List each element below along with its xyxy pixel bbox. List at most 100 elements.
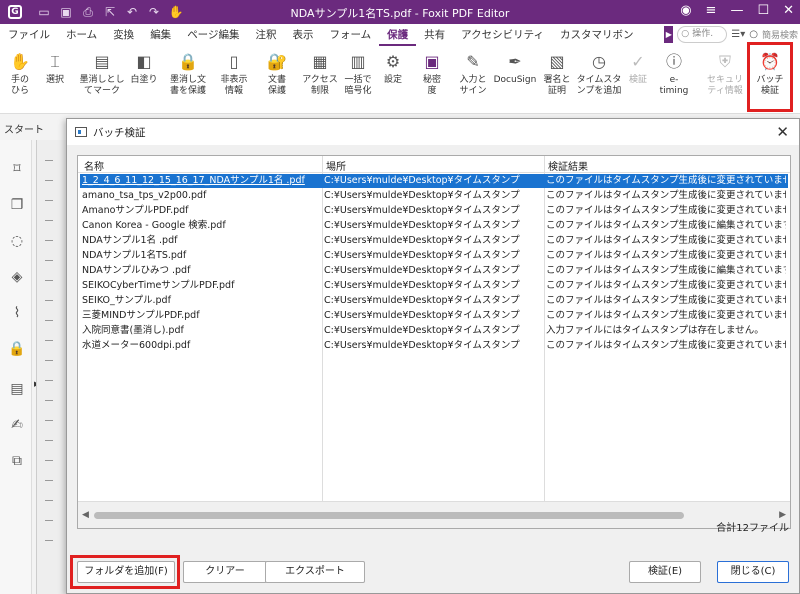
menu-icon[interactable]: ≡ xyxy=(706,3,717,18)
bookmark-icon[interactable]: ⌑ xyxy=(8,160,26,178)
table-row[interactable]: amano_tsa_tps_v2p00.pdf C:¥Users¥mulde¥D… xyxy=(80,189,788,203)
verify-result-cell: このファイルはタイムスタンプ生成後に変更されていません。 xyxy=(546,235,786,246)
fill-sign-button[interactable]: ✎ 入力と サイン xyxy=(456,48,490,112)
table-row[interactable]: 水道メーター600dpi.pdf C:¥Users¥mulde¥Desktop¥… xyxy=(80,339,788,353)
scrollbar-thumb[interactable] xyxy=(94,512,684,519)
ribbon-scroll-right-icon[interactable]: ▶ xyxy=(664,26,674,43)
table-row[interactable]: 三菱MINDサンプルPDF.pdf C:¥Users¥mulde¥Desktop… xyxy=(80,309,788,323)
maximize-icon[interactable]: ☐ xyxy=(757,3,769,18)
compare-icon[interactable]: ⧉ xyxy=(8,452,26,470)
menu-edit[interactable]: 編集 xyxy=(142,24,179,46)
close-icon[interactable]: ✕ xyxy=(776,123,789,141)
whiteout-button[interactable]: ◧ 白塗り xyxy=(128,48,160,112)
column-header-result[interactable]: 検証結果 xyxy=(548,158,588,173)
batch-verify-dialog: バッチ検証 ✕ 名称 場所 検証結果 1_2_4_6_11_12_15_16_1… xyxy=(66,118,800,594)
save-icon[interactable]: ▣ xyxy=(58,4,74,20)
export-icon[interactable]: ⇱ xyxy=(102,4,118,20)
hand-icon[interactable]: ✋ xyxy=(168,4,184,20)
table-row[interactable]: SEIKO_サンプル.pdf C:¥Users¥mulde¥Desktop¥タイ… xyxy=(80,294,788,308)
docusign-button[interactable]: ✒ DocuSign xyxy=(492,48,538,112)
layers-icon[interactable]: ◈ xyxy=(8,268,26,286)
verify-signature-button[interactable]: ✓ 検証 xyxy=(624,48,652,112)
menu-view[interactable]: 表示 xyxy=(284,24,321,46)
table-row[interactable]: SEIKOCyberTimeサンプルPDF.pdf C:¥Users¥mulde… xyxy=(80,279,788,293)
tab-start[interactable]: スタート xyxy=(4,121,44,136)
menu-file[interactable]: ファイル xyxy=(0,24,58,46)
file-location-cell: C:¥Users¥mulde¥Desktop¥タイムスタンプ xyxy=(324,265,520,276)
confidential-button[interactable]: ▣ 秘密 度 xyxy=(418,48,446,112)
export-button[interactable]: エクスポート xyxy=(265,561,365,583)
account-icon[interactable]: ◉ xyxy=(680,3,691,18)
redact-mark-button[interactable]: ▤ 墨消しとし てマーク xyxy=(78,48,126,112)
column-header-location[interactable]: 場所 xyxy=(326,158,346,173)
redo-icon[interactable]: ↷ xyxy=(146,4,162,20)
table-row[interactable]: 1_2_4_6_11_12_15_16_17_NDAサンプル1名 .pdf C:… xyxy=(80,174,788,188)
undo-icon[interactable]: ↶ xyxy=(124,4,140,20)
file-name-cell: SEIKO_サンプル.pdf xyxy=(82,295,171,306)
operation-search-input[interactable]: 操作. xyxy=(677,26,728,43)
timestamp-add-button[interactable]: ◷ タイムスタ ンプを追加 xyxy=(576,48,622,112)
table-row[interactable]: Canon Korea - Google 検索.pdf C:¥Users¥mul… xyxy=(80,219,788,233)
menu-protect[interactable]: 保護 xyxy=(379,24,417,46)
etiming-button[interactable]: ⓘ e- timing xyxy=(656,48,692,112)
file-name-cell: NDAサンプル1名 .pdf xyxy=(82,235,178,246)
column-header-name[interactable]: 名称 xyxy=(84,158,104,173)
table-row[interactable]: NDAサンプル1名TS.pdf C:¥Users¥mulde¥Desktop¥タ… xyxy=(80,249,788,263)
verify-button[interactable]: 検証(E) xyxy=(629,561,701,583)
folder-icon[interactable]: ▭ xyxy=(36,4,52,20)
menu-page-edit[interactable]: ページ編集 xyxy=(179,24,247,46)
file-name-cell: 1_2_4_6_11_12_15_16_17_NDAサンプル1名 .pdf xyxy=(82,175,305,186)
close-window-icon[interactable]: ✕ xyxy=(783,3,794,18)
search-icon[interactable]: ○ xyxy=(749,29,758,40)
file-count-label: 合計12ファイル xyxy=(716,523,789,534)
settings-button[interactable]: ⚙ 設定 xyxy=(378,48,408,112)
verify-result-cell: 入力ファイルにはタイムスタンプは存在しません。 xyxy=(546,325,764,336)
scroll-left-icon[interactable]: ◀ xyxy=(82,510,89,520)
horizontal-scrollbar[interactable]: ◀ ▶ xyxy=(78,501,790,528)
close-button[interactable]: 閉じる(C) xyxy=(717,561,789,583)
access-restrict-button[interactable]: ▦ アクセス 制限 xyxy=(302,48,338,112)
document-icon[interactable]: ▤ xyxy=(8,380,26,398)
pages-icon[interactable]: ❐ xyxy=(8,196,26,214)
bulk-encrypt-button[interactable]: ▥ 一括で 暗号化 xyxy=(340,48,376,112)
table-row[interactable]: 入院同意書(墨消し).pdf C:¥Users¥mulde¥Desktop¥タイ… xyxy=(80,324,788,338)
menu-accessibility[interactable]: アクセシビリティ xyxy=(453,24,552,46)
file-name-cell: 水道メーター600dpi.pdf xyxy=(82,340,191,351)
security-info-button[interactable]: ⛨ セキュリ ティ情報 xyxy=(706,48,744,112)
attachment-icon[interactable]: ⌇ xyxy=(8,304,26,322)
simple-search-input[interactable]: 簡易検索 xyxy=(762,28,798,41)
layout-icon[interactable]: ☰▾ xyxy=(731,29,745,40)
file-list-table: 名称 場所 検証結果 1_2_4_6_11_12_15_16_17_NDAサンプ… xyxy=(77,155,791,529)
menu-custom-ribbon[interactable]: カスタマリボン xyxy=(552,24,642,46)
table-row[interactable]: NDAサンプル1名 .pdf C:¥Users¥mulde¥Desktop¥タイ… xyxy=(80,234,788,248)
file-name-cell: NDAサンプル1名TS.pdf xyxy=(82,250,187,261)
sign-certify-button[interactable]: ▧ 署名と 証明 xyxy=(540,48,574,112)
select-tool-button[interactable]: ⌶ 選択 xyxy=(40,48,70,112)
security-lock-icon[interactable]: 🔒 xyxy=(8,340,26,358)
redact-protect-button[interactable]: 🔒 墨消し文 書を保護 xyxy=(164,48,212,112)
file-location-cell: C:¥Users¥mulde¥Desktop¥タイムスタンプ xyxy=(324,175,520,186)
file-name-cell: 入院同意書(墨消し).pdf xyxy=(82,325,184,336)
print-icon[interactable]: ⎙ xyxy=(80,4,96,20)
hand-tool-button[interactable]: ✋ 手の ひら xyxy=(4,48,36,112)
comment-icon[interactable]: ◌ xyxy=(8,232,26,250)
menu-share[interactable]: 共有 xyxy=(416,24,453,46)
left-navigation-panel: ⌑ ❐ ◌ ◈ ⌇ 🔒 ▤ ✍ ⧉ ▶ xyxy=(0,140,39,594)
clear-button[interactable]: クリアー xyxy=(183,561,267,583)
file-location-cell: C:¥Users¥mulde¥Desktop¥タイムスタンプ xyxy=(324,190,520,201)
minimize-icon[interactable]: — xyxy=(730,3,743,18)
table-row[interactable]: AmanoサンプルPDF.pdf C:¥Users¥mulde¥Desktop¥… xyxy=(80,204,788,218)
signature-icon[interactable]: ✍ xyxy=(8,416,26,434)
verify-result-cell: このファイルはタイムスタンプ生成後に変更されていません。 xyxy=(546,175,786,186)
menu-convert[interactable]: 変換 xyxy=(105,24,142,46)
app-logo[interactable]: G xyxy=(4,2,26,22)
file-name-cell: amano_tsa_tps_v2p00.pdf xyxy=(82,190,207,201)
menu-form[interactable]: フォーム xyxy=(321,24,379,46)
hidden-info-button[interactable]: ▯ 非表示 情報 xyxy=(218,48,250,112)
menu-comment[interactable]: 注釈 xyxy=(247,24,284,46)
menu-home[interactable]: ホーム xyxy=(58,24,105,46)
table-row[interactable]: NDAサンプルひみつ .pdf C:¥Users¥mulde¥Desktop¥タ… xyxy=(80,264,788,278)
file-name-cell: NDAサンプルひみつ .pdf xyxy=(82,265,191,276)
dialog-title: バッチ検証 xyxy=(93,126,146,139)
doc-protect-button[interactable]: 🔐 文書 保護 xyxy=(262,48,292,112)
